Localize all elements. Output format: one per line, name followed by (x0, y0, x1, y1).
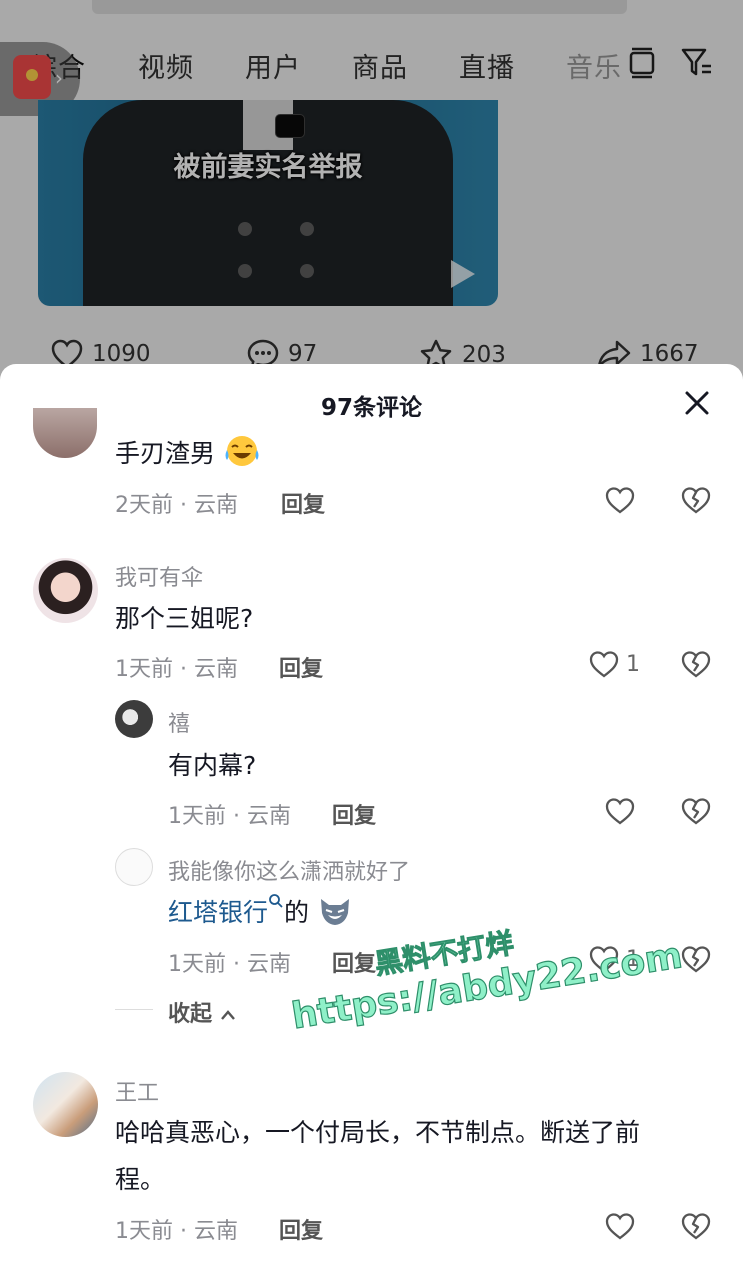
broken-heart-icon[interactable] (680, 1211, 712, 1241)
heart-icon (589, 946, 619, 973)
comment-text: 哈哈真恶心，一个付局长，不节制点。断送了前 (115, 1118, 641, 1147)
comment-username[interactable]: 我能像你这么潇洒就好了 (168, 854, 410, 886)
heart-icon (589, 651, 619, 678)
avatar[interactable] (33, 1072, 98, 1137)
comment-username[interactable]: 禧 (168, 706, 190, 738)
heart-icon[interactable] (604, 796, 636, 826)
comment-username[interactable]: 王工 (115, 1075, 159, 1107)
search-icon (269, 894, 283, 908)
comment-text: 红塔银行的 (168, 890, 353, 936)
avatar[interactable] (33, 558, 98, 623)
like-count: 1 (626, 651, 640, 677)
search-link[interactable]: 红塔银行 (168, 898, 268, 927)
comment-time-location: 1天前 · 云南 (168, 804, 291, 829)
broken-heart-icon[interactable] (680, 796, 712, 826)
reply-button[interactable]: 回复 (332, 798, 376, 830)
avatar[interactable] (33, 408, 97, 458)
chevron-up-icon (220, 1010, 235, 1020)
heart-icon[interactable] (604, 1211, 636, 1241)
reply-button[interactable]: 回复 (279, 1213, 323, 1245)
broken-heart-icon[interactable] (680, 944, 712, 974)
comment-time-location: 1天前 · 云南 (115, 657, 238, 682)
heart-icon[interactable] (604, 485, 636, 515)
comment-time-location: 1天前 · 云南 (168, 952, 291, 977)
comment-time-location: 2天前 · 云南 (115, 493, 238, 518)
comment-sheet: 97条评论 手刃渣男 2天前 · 云南 回复 我可有伞 那个三姐呢? 1天前 ·… (0, 364, 743, 1280)
reply-button[interactable]: 回复 (279, 651, 323, 683)
like-count: 1 (626, 946, 640, 972)
broken-heart-icon[interactable] (680, 649, 712, 679)
laugh-cry-emoji-icon (225, 436, 259, 466)
comment-text: 那个三姐呢? (115, 604, 254, 633)
divider (115, 1009, 153, 1010)
comment-username[interactable]: 我可有伞 (115, 560, 203, 592)
avatar[interactable] (115, 700, 153, 738)
comment-text-continued: 程。 (115, 1165, 166, 1194)
avatar[interactable] (115, 848, 153, 886)
sheet-title: 97条评论 (320, 395, 422, 421)
comment-time-location: 1天前 · 云南 (115, 1219, 238, 1244)
like-button[interactable]: 1 (588, 649, 640, 679)
reply-button[interactable]: 回复 (332, 946, 376, 978)
close-icon[interactable] (682, 388, 712, 418)
reply-button[interactable]: 回复 (281, 487, 325, 519)
broken-heart-icon[interactable] (680, 485, 712, 515)
comment-text: 有内幕? (168, 751, 257, 780)
dim-overlay[interactable] (0, 0, 743, 400)
collapse-replies-button[interactable]: 收起 (168, 996, 236, 1028)
like-button[interactable]: 1 (588, 944, 640, 974)
wolf-emoji-icon (320, 899, 349, 925)
comment-text: 手刃渣男 (115, 431, 261, 477)
